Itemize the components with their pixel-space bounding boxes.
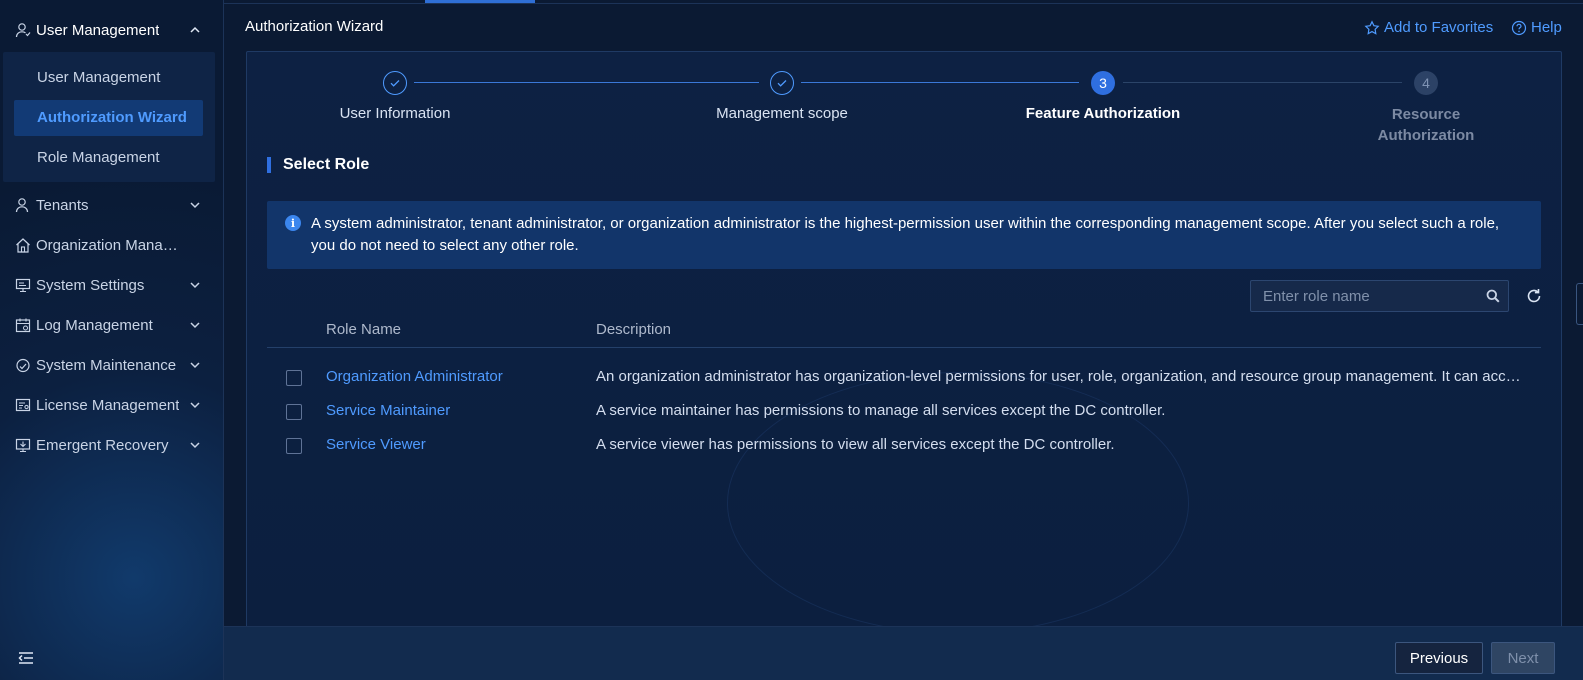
- star-icon: [1364, 19, 1380, 35]
- column-header-description: Description: [596, 321, 672, 338]
- role-name-link[interactable]: Service Maintainer: [326, 402, 450, 419]
- help-link[interactable]: Help: [1511, 19, 1562, 36]
- role-description: A service viewer has permissions to view…: [596, 436, 1115, 453]
- sidebar-group-system-maintenance[interactable]: System Maintenance: [0, 347, 224, 383]
- check-icon: [777, 80, 787, 87]
- help-icon: [1511, 20, 1527, 35]
- step-connector: [1123, 82, 1402, 83]
- previous-button[interactable]: Previous: [1395, 642, 1483, 674]
- maintenance-icon: [16, 358, 30, 373]
- help-label: Help: [1531, 19, 1562, 36]
- wizard-card: [246, 51, 1562, 634]
- sidebar-item-authorization-wizard[interactable]: Authorization Wizard: [14, 100, 203, 136]
- section-title: Select Role: [267, 156, 369, 174]
- step-4-pending-indicator: 4: [1414, 71, 1438, 95]
- sidebar-group-label: Organization Management: [36, 237, 178, 254]
- sidebar-group-label: System Maintenance: [36, 357, 177, 374]
- sidebar-group-tenants[interactable]: Tenants: [0, 187, 224, 223]
- role-search-input[interactable]: [1251, 281, 1476, 311]
- sidebar: User Management User Management Authoriz…: [0, 0, 224, 680]
- sidebar-group-log-management[interactable]: Log Management: [0, 307, 224, 343]
- monitor-icon: [15, 278, 31, 293]
- row-checkbox[interactable]: [286, 370, 302, 386]
- step-connector: [801, 82, 1079, 83]
- next-button[interactable]: Next: [1491, 642, 1555, 674]
- column-header-role-name: Role Name: [326, 321, 402, 338]
- sidebar-group-license-management[interactable]: License Management: [0, 387, 224, 423]
- collapse-menu-icon[interactable]: [18, 651, 34, 665]
- table-row: Service Viewer A service viewer has perm…: [267, 429, 1541, 463]
- chevron-down-icon: [190, 282, 200, 289]
- sidebar-group-emergent-recovery[interactable]: Emergent Recovery: [0, 427, 224, 463]
- step-1-label: User Information: [339, 105, 451, 122]
- role-name-link[interactable]: Service Viewer: [326, 436, 426, 453]
- sidebar-group-organization-management[interactable]: Organization Management: [0, 227, 224, 263]
- info-text: A system administrator, tenant administr…: [311, 215, 1500, 254]
- active-tab-indicator: [425, 0, 535, 3]
- sidebar-group-label: License Management: [36, 397, 180, 414]
- chevron-down-icon: [190, 402, 200, 409]
- sidebar-group-user-management[interactable]: User Management: [0, 12, 224, 48]
- refresh-icon[interactable]: [1525, 287, 1543, 305]
- row-checkbox[interactable]: [286, 404, 302, 420]
- sidebar-group-label: User Management: [36, 22, 160, 39]
- calendar-icon: [15, 318, 31, 333]
- tenant-icon: [15, 198, 29, 213]
- license-icon: [15, 398, 31, 412]
- page-title: Authorization Wizard: [245, 18, 384, 35]
- user-icon: [15, 23, 31, 38]
- search-icon[interactable]: [1486, 289, 1500, 303]
- step-3-label: Feature Authorization: [1025, 105, 1181, 122]
- table-row: Organization Administrator An organizati…: [267, 361, 1541, 395]
- chevron-up-icon: [190, 26, 200, 33]
- step-2-done-indicator: [770, 71, 794, 95]
- sidebar-group-label: Log Management: [36, 317, 153, 334]
- info-banner: i A system administrator, tenant adminis…: [267, 201, 1541, 269]
- role-search-box: [1250, 280, 1509, 312]
- sidebar-item-role-management[interactable]: Role Management: [14, 140, 203, 176]
- info-icon: i: [285, 215, 301, 231]
- step-3-current-indicator: 3: [1091, 71, 1115, 95]
- chevron-down-icon: [190, 202, 200, 209]
- step-2-label: Management scope: [716, 105, 848, 122]
- step-connector: [414, 82, 759, 83]
- chevron-down-icon: [190, 322, 200, 329]
- side-drawer-handle[interactable]: [1576, 283, 1583, 325]
- home-icon: [16, 238, 30, 253]
- check-icon: [390, 80, 400, 87]
- recovery-icon: [15, 438, 31, 453]
- table-row: Service Maintainer A service maintainer …: [267, 395, 1541, 429]
- wizard-footer: [224, 626, 1583, 680]
- chevron-down-icon: [190, 442, 200, 449]
- role-description: A service maintainer has permissions to …: [596, 402, 1166, 419]
- step-4-label: Resource Authorization: [1377, 106, 1475, 144]
- sidebar-group-label: System Settings: [36, 277, 145, 294]
- row-checkbox[interactable]: [286, 438, 302, 454]
- role-name-link[interactable]: Organization Administrator: [326, 368, 503, 385]
- sidebar-group-label: Tenants: [36, 197, 89, 214]
- favorites-label: Add to Favorites: [1384, 19, 1494, 36]
- role-description: An organization administrator has organi…: [596, 368, 1526, 385]
- sidebar-item-user-management[interactable]: User Management: [14, 60, 203, 96]
- step-1-done-indicator: [383, 71, 407, 95]
- add-to-favorites-link[interactable]: Add to Favorites: [1364, 19, 1493, 36]
- sidebar-group-system-settings[interactable]: System Settings: [0, 267, 224, 303]
- table-header-divider: [267, 347, 1541, 348]
- chevron-down-icon: [190, 362, 200, 369]
- sidebar-group-label: Emergent Recovery: [36, 437, 169, 454]
